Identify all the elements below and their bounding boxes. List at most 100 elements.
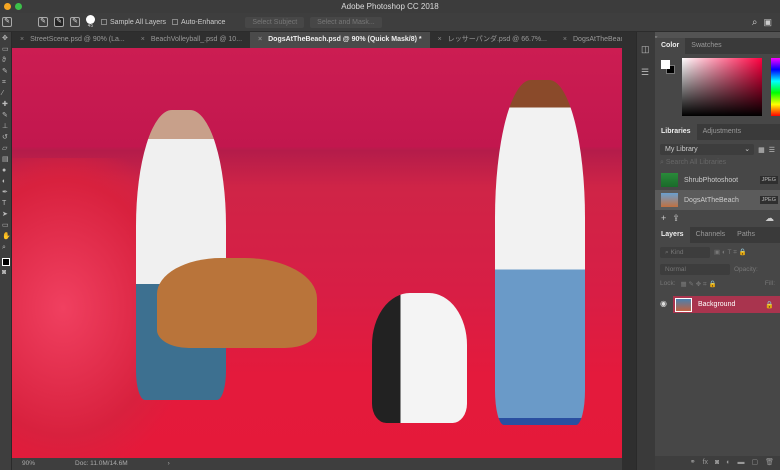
zoom-tool-icon[interactable]: ⌕ (2, 244, 10, 252)
foreground-color-swatch[interactable] (2, 258, 10, 266)
select-subject-button[interactable]: Select Subject (245, 16, 305, 28)
sample-all-layers-checkbox[interactable]: Sample All Layers (101, 19, 166, 26)
history-brush-icon[interactable]: ↺ (2, 134, 10, 142)
lock-icons[interactable]: ▦ ✎ ✥ ⌗ 🔒 (681, 280, 717, 289)
tab-label: StreetScene.psd @ 90% (La... (30, 36, 125, 43)
path-selection-icon[interactable]: ➤ (2, 211, 10, 219)
file-type-badge: JPEG (759, 196, 778, 204)
add-to-selection-icon[interactable]: ✎ (54, 17, 64, 27)
panel-icon-column: ◫ ☰ (636, 32, 655, 470)
close-tab-icon[interactable]: × (20, 36, 24, 43)
subtract-from-selection-icon[interactable]: ✎ (70, 17, 80, 27)
grid-view-icon[interactable]: ▦ (758, 146, 765, 154)
lasso-tool-icon[interactable]: ϑ (2, 57, 10, 65)
options-bar: ✎ ✎ ✎ ✎ 45 Sample All Layers Auto-Enhanc… (0, 13, 780, 32)
pen-tool-icon[interactable]: ✒ (2, 189, 10, 197)
library-item-name: ShrubPhotoshoot (684, 176, 739, 184)
select-and-mask-button[interactable]: Select and Mask... (310, 16, 382, 28)
healing-tool-icon[interactable]: ✚ (2, 101, 10, 109)
trash-icon[interactable]: 🗑 (765, 456, 774, 470)
brush-size-picker[interactable]: 45 (86, 15, 95, 29)
quick-mask-icon[interactable]: ◙ (2, 269, 10, 277)
blur-tool-icon[interactable]: ● (2, 167, 10, 175)
fill-label: Fill: (764, 280, 775, 287)
tab-beachvolleyball[interactable]: × BeachVolleyball_.psd @ 10... (133, 32, 250, 48)
hue-slider[interactable] (771, 58, 780, 116)
close-tab-icon[interactable]: × (563, 36, 567, 43)
brush-size-value: 45 (87, 23, 94, 29)
close-tab-icon[interactable]: × (438, 36, 442, 43)
layer-name: Background (698, 301, 736, 308)
visibility-eye-icon[interactable]: ◉ (660, 299, 667, 308)
layers-footer: ⚭ fx ◙ ◐ ▬ ▢ 🗑 (655, 456, 780, 470)
new-selection-icon[interactable]: ✎ (38, 17, 48, 27)
minimize-button[interactable] (4, 3, 11, 10)
tab-label: レッサーパンダ.psd @ 66.7%... (447, 36, 547, 43)
window-title: Adobe Photoshop CC 2018 (341, 2, 439, 11)
workspace-icon[interactable]: ▣ (763, 17, 772, 28)
auto-enhance-label: Auto-Enhance (181, 18, 226, 26)
cloud-sync-icon[interactable]: ☁ (765, 213, 774, 224)
document-canvas[interactable] (12, 48, 622, 458)
brush-tool-icon[interactable]: ✎ (2, 112, 10, 120)
tab-libraries[interactable]: Libraries (655, 124, 697, 140)
fx-icon[interactable]: fx (703, 456, 708, 470)
link-icon[interactable]: ⚭ (690, 456, 696, 470)
shape-tool-icon[interactable]: ▭ (2, 222, 10, 230)
library-item[interactable]: ShrubPhotoshoot JPEG (655, 170, 780, 190)
library-search[interactable]: ⌕ Search All Libraries (655, 159, 780, 170)
move-tool-icon[interactable]: ✥ (2, 35, 10, 43)
layer-row-background[interactable]: Background 🔒 (673, 296, 780, 313)
file-type-badge: JPEG (759, 176, 778, 184)
tab-dogsatthebeach-psd[interactable]: × DogsAtTheBeach.psd @ 90% (Quick Mask/8)… (250, 32, 430, 48)
folder-icon[interactable]: ▬ (737, 456, 744, 470)
list-view-icon[interactable]: ☰ (769, 146, 775, 154)
stamp-tool-icon[interactable]: ⊥ (2, 123, 10, 131)
properties-panel-icon[interactable]: ☰ (641, 67, 651, 78)
blend-mode-select[interactable]: Normal (660, 264, 730, 275)
tab-paths[interactable]: Paths (731, 227, 761, 243)
quick-selection-tool-icon[interactable]: ✎ (2, 68, 10, 76)
library-select[interactable]: My Library ⌄ (660, 144, 755, 155)
foreground-color-swatch[interactable] (661, 60, 670, 69)
add-content-icon[interactable]: + (661, 213, 666, 224)
status-menu-arrow[interactable]: › (168, 458, 170, 470)
tab-adjustments[interactable]: Adjustments (697, 124, 748, 140)
tab-streetscene[interactable]: × StreetScene.psd @ 90% (La... (12, 32, 133, 48)
type-tool-icon[interactable]: T (2, 200, 10, 208)
color-field[interactable] (682, 58, 762, 116)
adjustment-icon[interactable]: ◐ (726, 456, 730, 470)
zoom-level[interactable]: 90% (22, 458, 35, 470)
tab-swatches[interactable]: Swatches (685, 38, 727, 54)
tab-lesser-panda[interactable]: × レッサーパンダ.psd @ 66.7%... (430, 32, 555, 48)
tab-channels[interactable]: Channels (690, 227, 732, 243)
mask-icon[interactable]: ◙ (715, 456, 719, 470)
filter-icons[interactable]: ▣ ◐ T ⌗ 🔒 (714, 248, 747, 257)
close-tab-icon[interactable]: × (141, 36, 145, 43)
gradient-tool-icon[interactable]: ▤ (2, 156, 10, 164)
quick-selection-tool-icon[interactable]: ✎ (2, 17, 12, 27)
document-tabs: × StreetScene.psd @ 90% (La... × BeachVoll… (12, 32, 664, 48)
tab-label: DogsAtTheBeach.psd @ 90% (Quick Mask/8) … (268, 36, 422, 43)
tab-layers[interactable]: Layers (655, 227, 690, 243)
upload-icon[interactable]: ⇪ (672, 213, 680, 224)
close-tab-icon[interactable]: × (258, 36, 262, 43)
eraser-tool-icon[interactable]: ▱ (2, 145, 10, 153)
maximize-button[interactable] (15, 3, 22, 10)
panel-gutter (622, 32, 636, 470)
library-item[interactable]: DogsAtTheBeach JPEG (655, 190, 780, 210)
layer-kind-filter[interactable]: ⌕ Kind (660, 247, 710, 258)
library-thumbnail (661, 193, 678, 207)
marquee-tool-icon[interactable]: ▭ (2, 46, 10, 54)
tab-color[interactable]: Color (655, 38, 686, 54)
woman-figure (495, 80, 585, 425)
new-layer-icon[interactable]: ▢ (751, 456, 758, 470)
search-icon[interactable]: ⌕ (752, 17, 758, 28)
dodge-tool-icon[interactable]: ◐ (2, 178, 10, 186)
lock-label: Lock: (660, 280, 676, 287)
hand-tool-icon[interactable]: ✋ (2, 233, 11, 241)
auto-enhance-checkbox[interactable]: Auto-Enhance (172, 19, 225, 26)
crop-tool-icon[interactable]: ⌗ (2, 79, 10, 87)
history-panel-icon[interactable]: ◫ (641, 44, 651, 55)
eyedropper-tool-icon[interactable]: ⁄ (2, 90, 10, 98)
